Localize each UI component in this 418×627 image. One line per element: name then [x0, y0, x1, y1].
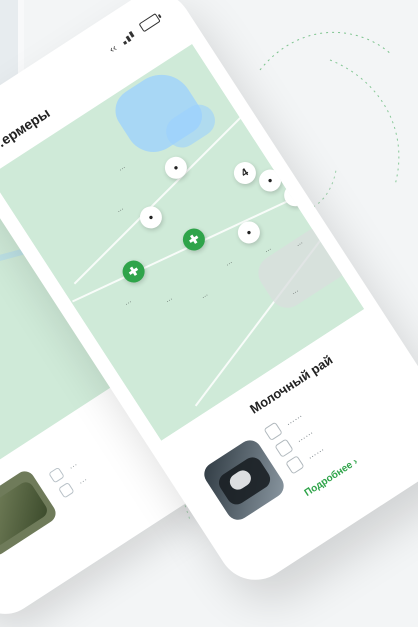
battery-icon: [138, 13, 161, 33]
pin-count: 4: [239, 166, 251, 180]
map-pin[interactable]: •: [254, 165, 286, 196]
farm-icon: ✚: [185, 230, 202, 249]
map-pin-farm[interactable]: ✚: [118, 256, 149, 287]
map-place-label: …: [116, 162, 127, 173]
farm-icon: ✚: [125, 262, 142, 281]
map-place-label: …: [115, 204, 125, 215]
map-place-label: …: [223, 258, 234, 268]
status-text: ‹‹: [107, 42, 120, 56]
detail-text: ……: [304, 442, 326, 461]
status-bar: ‹‹: [106, 13, 162, 56]
map-area: [251, 220, 355, 315]
back-phone-info-text-2: …: [75, 472, 89, 486]
phone-icon: [285, 455, 305, 475]
back-phone-thumbnail: [0, 467, 60, 559]
bookmark-icon: [58, 481, 75, 499]
map-pin-with-number[interactable]: 4: [229, 157, 261, 189]
pin-icon: •: [289, 188, 301, 203]
pin-icon: •: [170, 160, 182, 175]
place-photo: [199, 435, 289, 525]
back-phone-mini-info: … …: [48, 457, 89, 499]
map-place-label: …: [164, 294, 174, 305]
pin-icon: •: [264, 173, 276, 188]
map-pin[interactable]: •: [160, 152, 192, 183]
signal-icon: [121, 30, 137, 44]
map-place-label: …: [262, 244, 273, 255]
map-pin[interactable]: •: [135, 202, 167, 233]
calendar-icon: [274, 438, 294, 458]
clock-icon: [263, 421, 283, 442]
pin-icon: •: [243, 225, 255, 240]
map-place-label: …: [199, 290, 210, 301]
place-details: …… …… ……: [260, 350, 410, 479]
info-icon: [48, 466, 65, 484]
back-phone-info-text-1: …: [65, 457, 79, 471]
detail-text: ……: [283, 409, 304, 428]
map-pin[interactable]: •: [279, 180, 311, 211]
detail-text: ……: [293, 425, 315, 445]
pin-icon: •: [145, 210, 157, 225]
map-place-label: …: [122, 297, 133, 307]
